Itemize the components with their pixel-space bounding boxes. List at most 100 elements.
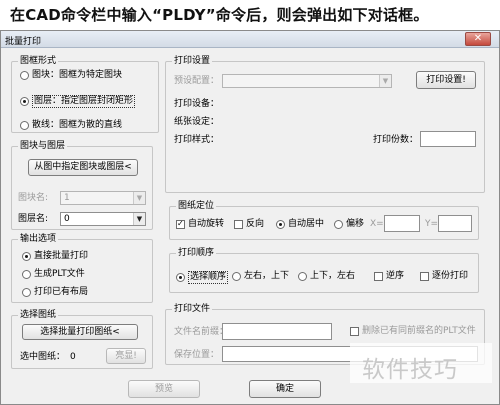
watermark-text: 软件技巧 xyxy=(362,357,458,383)
radio-label: 自动居中 xyxy=(288,219,325,229)
order-option-left-right[interactable]: 左右，上下 xyxy=(232,271,289,282)
caption-text: 在CAD命令栏中输入“PLDY”命令后，则会弹出如下对话框。 xyxy=(10,6,429,24)
layer-name-label: 图层名: xyxy=(18,214,49,224)
radio-label: 选择顺序 xyxy=(188,271,229,284)
checkbox-label: 删除已有同前缀名的PLT文件 xyxy=(362,326,476,336)
select-batch-drawings-button[interactable]: 选择批量打印图纸< xyxy=(22,324,138,340)
print-device-label: 打印设备： xyxy=(174,99,220,109)
frame-shape-group: 图框形式 图块：图框为特定图块 图层：指定图层封闭矩形 散线：图框为散的直线 xyxy=(11,56,159,133)
checkbox-checked-icon xyxy=(176,220,185,229)
option-label: 生成PLT文件 xyxy=(34,269,85,279)
paper-setting-label: 纸张设定： xyxy=(174,117,220,127)
select-drawings-label: 选择图纸 xyxy=(18,310,59,321)
print-settings-label: 打印设置 xyxy=(172,56,213,67)
radio-icon xyxy=(334,220,343,229)
output-option-plt-file[interactable]: 生成PLT文件 xyxy=(22,269,85,280)
preset-config-label: 预设配置： xyxy=(174,76,220,86)
chevron-down-icon: ▼ xyxy=(379,75,391,87)
radio-icon xyxy=(232,272,241,281)
auto-rotate-checkbox[interactable]: 自动旋转 xyxy=(176,219,224,230)
offset-radio[interactable]: 偏移 xyxy=(334,219,364,230)
checkbox-icon xyxy=(350,327,359,336)
checkbox-icon xyxy=(234,220,243,229)
layer-name-select[interactable]: 0 ▼ xyxy=(60,212,146,226)
preset-config-select[interactable]: ▼ xyxy=(222,74,392,88)
file-prefix-label: 文件名前缀： xyxy=(174,327,229,337)
frame-shape-option-block[interactable]: 图块：图框为特定图块 xyxy=(20,70,122,81)
radio-label: 左右，上下 xyxy=(244,271,290,281)
delete-same-prefix-checkbox[interactable]: 删除已有同前缀名的PLT文件 xyxy=(350,326,476,337)
checkbox-label: 逆序 xyxy=(386,271,405,281)
order-option-selection[interactable]: 选择顺序 xyxy=(176,271,229,284)
checkbox-label: 自动旋转 xyxy=(188,219,225,229)
block-name-label: 图块名: xyxy=(18,193,49,203)
frame-position-label: 图纸定位 xyxy=(176,201,217,212)
offset-y-label: Y= xyxy=(425,219,439,229)
print-style-label: 打印样式： xyxy=(174,135,220,145)
checkbox-icon xyxy=(374,272,383,281)
reverse-checkbox[interactable]: 反向 xyxy=(234,219,264,230)
pick-from-drawing-button[interactable]: 从图中指定图块或图层< xyxy=(28,159,138,176)
output-option-existing-layout[interactable]: 打印已有布局 xyxy=(22,287,88,298)
layer-name-value: 0 xyxy=(64,214,70,224)
print-copies-label: 打印份数： xyxy=(373,135,419,145)
print-order-group: 打印顺序 选择顺序 左右，上下 上下，左右 逆序 逐份打印 xyxy=(169,248,479,293)
checkbox-label: 逐份打印 xyxy=(432,271,469,281)
radio-icon xyxy=(20,121,29,130)
option-label: 直接批量打印 xyxy=(34,251,89,261)
close-button[interactable]: ✕ xyxy=(465,32,491,46)
selected-drawings-label: 选中图纸： xyxy=(20,352,66,362)
select-drawings-group: 选择图纸 选择批量打印图纸< 选中图纸： 0 亮显! xyxy=(11,310,153,369)
chevron-down-icon: ▼ xyxy=(133,192,145,204)
print-settings-button[interactable]: 打印设置! xyxy=(416,71,476,89)
auto-center-radio[interactable]: 自动居中 xyxy=(276,219,324,230)
save-location-label: 保存位置： xyxy=(174,350,220,360)
radio-icon xyxy=(22,270,31,279)
highlight-button[interactable]: 亮显! xyxy=(106,348,146,364)
offset-x-label: X= xyxy=(370,219,384,229)
block-name-value: 1 xyxy=(64,193,70,203)
option-label: 图块：图框为特定图块 xyxy=(32,70,123,80)
output-options-group: 输出选项 直接批量打印 生成PLT文件 打印已有布局 xyxy=(11,234,153,303)
radio-selected-icon xyxy=(176,273,185,282)
selected-drawings-count: 0 xyxy=(70,352,76,362)
frame-shape-option-lines[interactable]: 散线：图框为散的直线 xyxy=(20,120,122,131)
frame-shape-option-layer[interactable]: 图层：指定图层封闭矩形 xyxy=(20,95,136,108)
file-prefix-input[interactable] xyxy=(222,323,332,340)
preview-button[interactable]: 预览 xyxy=(128,380,200,398)
radio-selected-icon xyxy=(20,97,29,106)
chevron-down-icon: ▼ xyxy=(133,213,145,225)
ok-button[interactable]: 确定 xyxy=(249,380,321,398)
output-options-label: 输出选项 xyxy=(18,234,59,245)
radio-icon xyxy=(298,272,307,281)
radio-label: 偏移 xyxy=(346,219,365,229)
order-option-top-bottom[interactable]: 上下，左右 xyxy=(298,271,355,282)
radio-icon xyxy=(20,71,29,80)
option-label: 打印已有布局 xyxy=(34,287,89,297)
radio-icon xyxy=(22,288,31,297)
offset-y-input[interactable] xyxy=(438,215,472,232)
frame-shape-label: 图框形式 xyxy=(18,56,59,67)
close-icon: ✕ xyxy=(473,33,483,44)
print-settings-group: 打印设置 预设配置： ▼ 打印设置! 打印设备： 纸张设定： 打印样式： 打印份… xyxy=(165,56,485,193)
offset-x-input[interactable] xyxy=(384,215,420,232)
reverse-order-checkbox[interactable]: 逆序 xyxy=(374,271,404,282)
block-layer-group: 图块与图层 从图中指定图块或图层< 图块名: 1 ▼ 图层名: 0 ▼ xyxy=(11,141,153,230)
frame-position-group: 图纸定位 自动旋转 反向 自动居中 偏移 X= Y= xyxy=(169,201,479,240)
window-title: 批量打印 xyxy=(5,37,42,47)
checkbox-label: 反向 xyxy=(246,219,265,229)
radio-label: 上下，左右 xyxy=(310,271,356,281)
block-layer-label: 图块与图层 xyxy=(18,141,68,152)
radio-selected-icon xyxy=(276,220,285,229)
print-file-label: 打印文件 xyxy=(172,304,213,315)
print-copies-input[interactable] xyxy=(420,131,476,147)
option-label: 图层：指定图层封闭矩形 xyxy=(32,95,136,108)
checkbox-icon xyxy=(420,272,429,281)
option-label: 散线：图框为散的直线 xyxy=(32,120,123,130)
block-name-select[interactable]: 1 ▼ xyxy=(60,191,146,205)
collate-print-checkbox[interactable]: 逐份打印 xyxy=(420,271,468,282)
title-bar: 批量打印 ✕ xyxy=(1,31,499,48)
output-option-direct-print[interactable]: 直接批量打印 xyxy=(22,251,88,262)
print-order-label: 打印顺序 xyxy=(176,248,217,259)
radio-selected-icon xyxy=(22,252,31,261)
